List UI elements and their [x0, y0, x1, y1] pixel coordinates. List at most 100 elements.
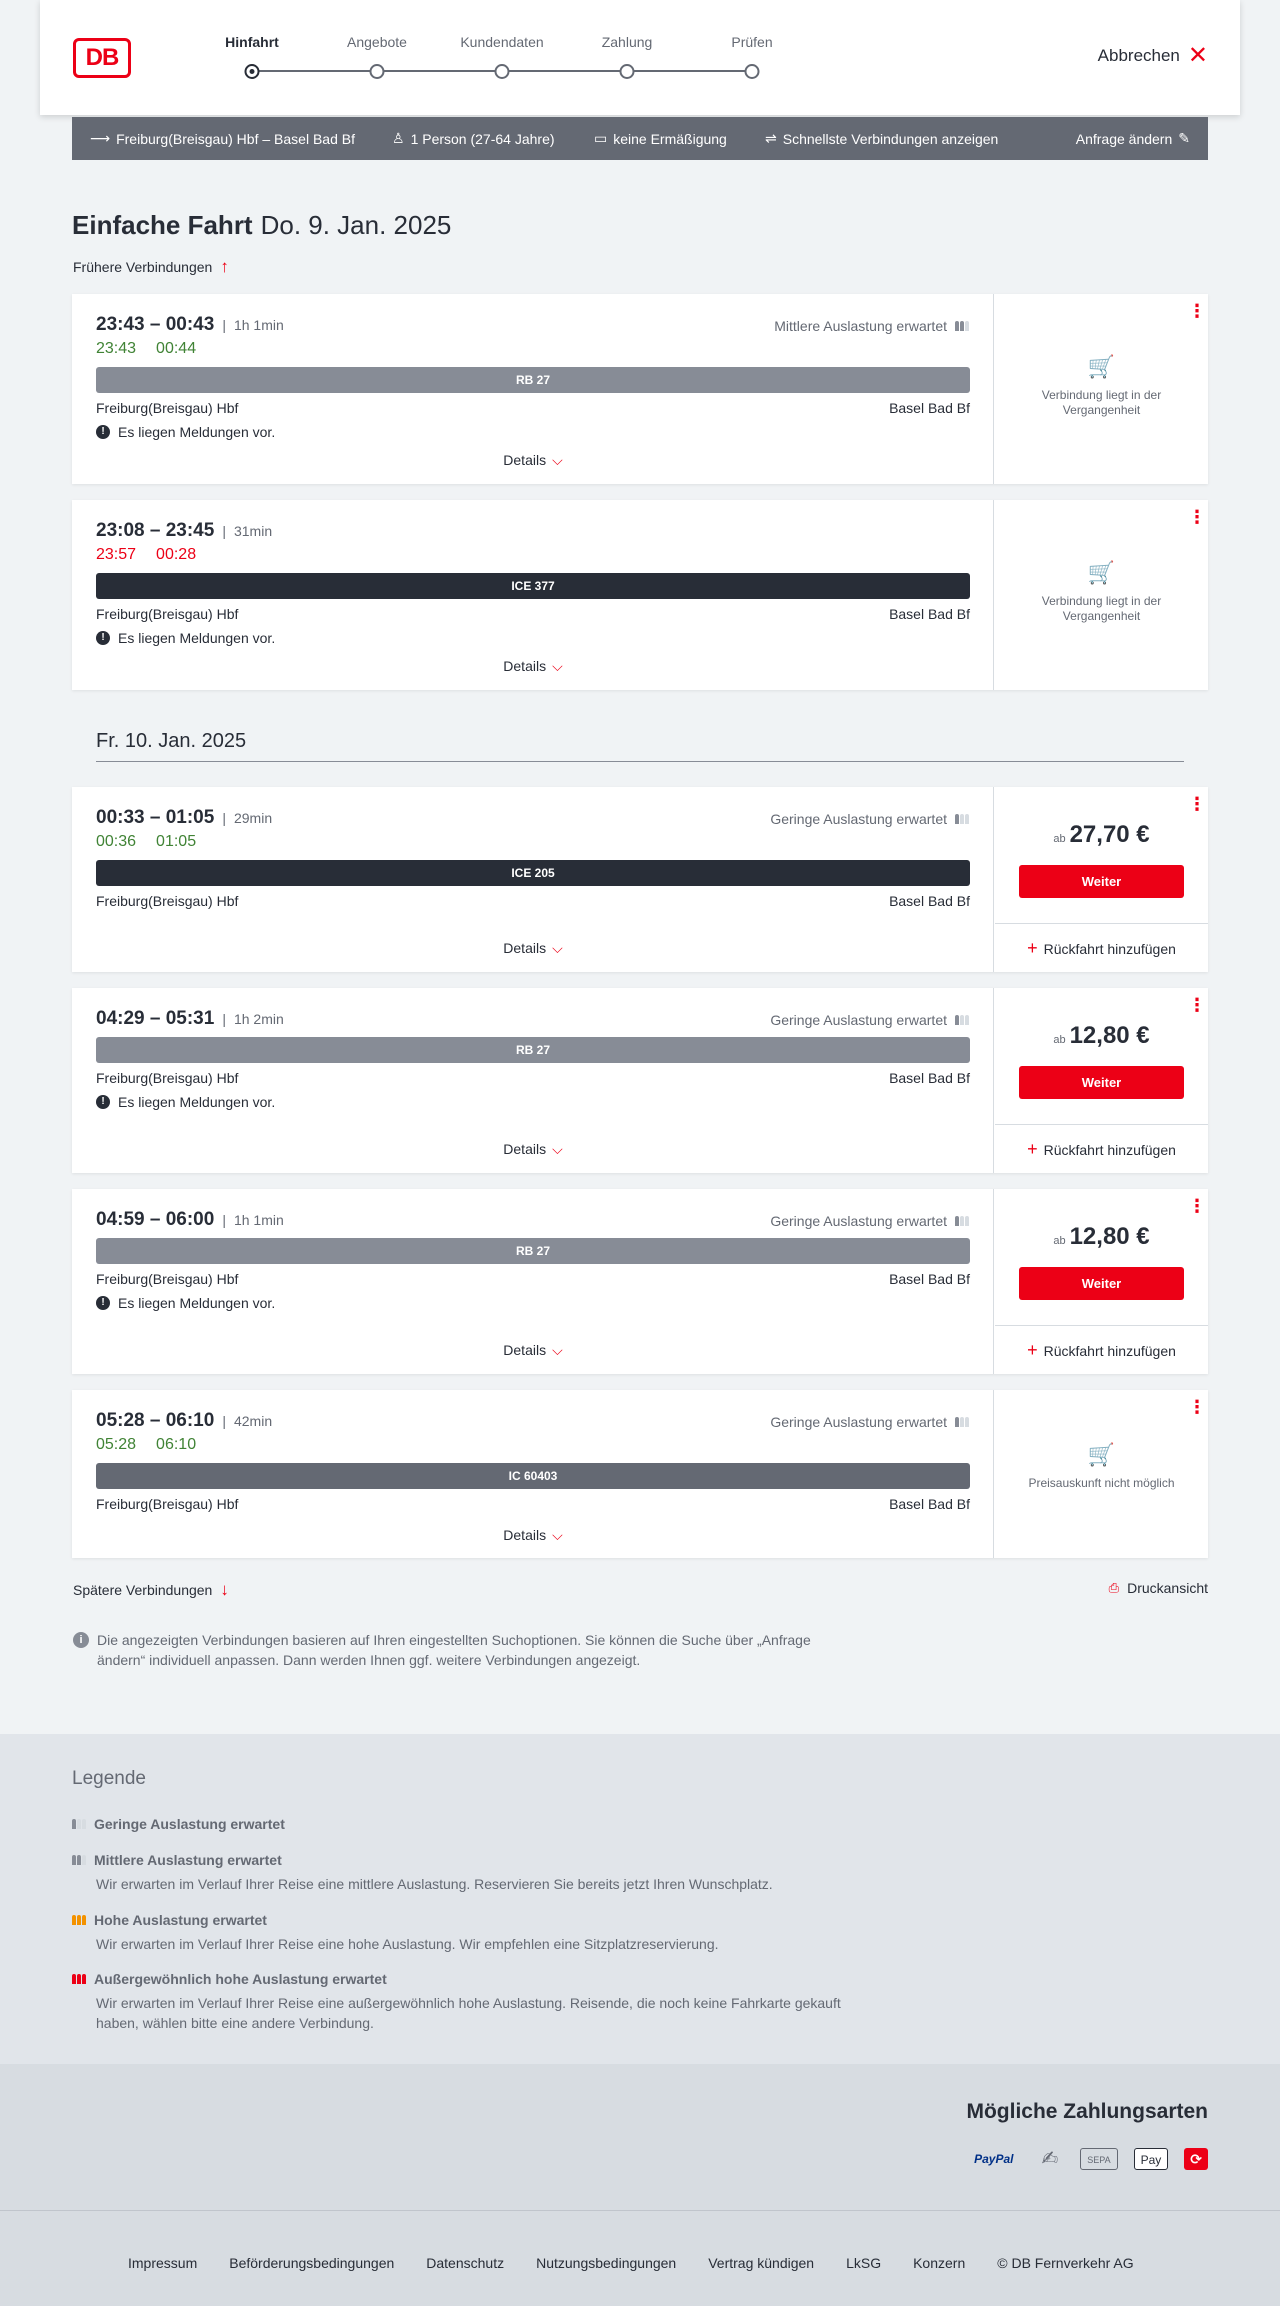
- footer-link-konzern[interactable]: Konzern: [913, 2255, 965, 2271]
- paypal-logo: PayPal: [974, 2152, 1014, 2166]
- occupancy-extreme-icon: [72, 1974, 86, 1984]
- add-return-button[interactable]: + Rückfahrt hinzufügen: [995, 1325, 1208, 1375]
- footer-copyright: © DB Fernverkehr AG: [997, 2255, 1134, 2271]
- plus-icon: +: [1027, 938, 1038, 958]
- footer-link-datenschutz[interactable]: Datenschutz: [426, 2255, 504, 2271]
- arrow-up-icon: ↑: [220, 257, 229, 276]
- details-toggle[interactable]: Details ⌵: [72, 658, 994, 675]
- arrow-right-icon: ⟶: [90, 130, 111, 146]
- continue-button[interactable]: Weiter: [1019, 865, 1184, 898]
- legend-item: Geringe Auslastung erwartet: [72, 1816, 872, 1832]
- chevron-down-icon: ⌵: [552, 1342, 563, 1358]
- connection-times: 23:08 – 23:45 | 31min: [96, 520, 273, 541]
- arrow-down-icon: ↓: [220, 1580, 229, 1599]
- plus-icon: +: [1027, 1340, 1038, 1360]
- close-icon: ✕: [1187, 42, 1208, 69]
- earlier-connections-link[interactable]: Frühere Verbindungen ↑: [73, 257, 229, 277]
- occupancy-info: Geringe Auslastung erwartet: [770, 1012, 969, 1028]
- more-menu-icon[interactable]: ⋮: [1188, 302, 1206, 320]
- add-return-button[interactable]: + Rückfahrt hinzufügen: [995, 1124, 1208, 1174]
- message-notice: ! Es liegen Meldungen vor.: [96, 424, 275, 440]
- printer-icon: ⎙: [1108, 1580, 1120, 1595]
- more-menu-icon[interactable]: ⋮: [1188, 1197, 1206, 1215]
- train-bar: IC 60403: [96, 1463, 970, 1489]
- train-bar: RB 27: [96, 1238, 970, 1264]
- query-fastest[interactable]: ⇌ Schnellste Verbindungen anzeigen: [765, 130, 998, 147]
- occupancy-icon: [955, 1015, 969, 1025]
- offer-panel: ⋮ ab 12,80 € Weiter + Rückfahrt hinzufügen: [995, 988, 1208, 1173]
- payment-methods: Mögliche Zahlungsarten PayPal ✍ SEPA Pay…: [0, 2064, 1280, 2210]
- query-discount[interactable]: ▭ keine Ermäßigung: [594, 130, 727, 147]
- payment-title: Mögliche Zahlungsarten: [966, 2100, 1208, 2123]
- more-menu-icon[interactable]: ⋮: [1188, 508, 1206, 526]
- occupancy-icon: [955, 1216, 969, 1226]
- card-icon: ▭: [594, 130, 608, 146]
- footer-link-lksg[interactable]: LkSG: [846, 2255, 881, 2271]
- realtime-times: 23:43 00:44: [96, 340, 197, 357]
- connection-card: 23:08 – 23:45 | 31min 23:57 00:28 ICE 377 F…: [72, 500, 1208, 690]
- query-passengers[interactable]: ♙ 1 Person (27-64 Jahre): [392, 130, 555, 147]
- step-zahlung: Zahlung: [601, 34, 653, 50]
- cancel-button[interactable]: Abbrechen ✕: [1098, 42, 1208, 69]
- step-pruefen: Prüfen: [731, 34, 773, 50]
- details-toggle[interactable]: Details ⌵: [72, 452, 994, 469]
- step-hinfahrt[interactable]: Hinfahrt: [225, 34, 279, 50]
- footer-link-kuendigen[interactable]: Vertrag kündigen: [708, 2255, 814, 2271]
- footer-link-nutzung[interactable]: Nutzungsbedingungen: [536, 2255, 676, 2271]
- step-dot: [744, 64, 760, 79]
- connection-card: 23:43 – 00:43 | 1h 1min 23:43 00:44 Mittler…: [72, 294, 1208, 484]
- chevron-down-icon: ⌵: [552, 1527, 563, 1543]
- connection-info[interactable]: 23:43 – 00:43 | 1h 1min 23:43 00:44 Mittler…: [72, 294, 994, 484]
- message-notice: ! Es liegen Meldungen vor.: [96, 1295, 275, 1311]
- connection-times: 04:29 – 05:31 | 1h 2min: [96, 1008, 284, 1029]
- payment-logos: PayPal ✍ SEPA Pay ⟳: [968, 2148, 1208, 2170]
- more-menu-icon[interactable]: ⋮: [1188, 1398, 1206, 1416]
- legend: Legende Geringe Auslastung erwartet Mitt…: [0, 1734, 1280, 2064]
- continue-button[interactable]: Weiter: [1019, 1066, 1184, 1099]
- person-icon: ♙: [392, 130, 405, 146]
- query-route[interactable]: ⟶ Freiburg(Breisgau) Hbf – Basel Bad Bf: [90, 130, 355, 147]
- continue-button[interactable]: Weiter: [1019, 1267, 1184, 1300]
- chevron-down-icon: ⌵: [552, 658, 563, 674]
- train-bar: ICE 205: [96, 860, 970, 886]
- footer-link-impressum[interactable]: Impressum: [128, 2255, 197, 2271]
- step-dot: [619, 64, 635, 79]
- occupancy-icon: [955, 321, 969, 331]
- connection-info[interactable]: 04:29 – 05:31 | 1h 2min Geringe Auslastung…: [72, 988, 994, 1173]
- connection-info[interactable]: 23:08 – 23:45 | 31min 23:57 00:28 ICE 377 F…: [72, 500, 994, 690]
- stations: Freiburg(Breisgau) Hbf Basel Bad Bf: [96, 606, 970, 622]
- price: ab 27,70 €: [1053, 821, 1150, 848]
- add-return-button[interactable]: + Rückfahrt hinzufügen: [995, 923, 1208, 973]
- occupancy-low-icon: [72, 1819, 86, 1829]
- details-toggle[interactable]: Details ⌵: [72, 1527, 994, 1544]
- train-bar: ICE 377: [96, 573, 970, 599]
- message-notice: ! Es liegen Meldungen vor.: [96, 630, 275, 646]
- db-logo[interactable]: DB: [73, 38, 131, 78]
- details-toggle[interactable]: Details ⌵: [72, 1141, 994, 1158]
- more-menu-icon[interactable]: ⋮: [1188, 795, 1206, 813]
- cart-unavailable-icon: 🛒: [1087, 560, 1116, 585]
- connection-info[interactable]: 05:28 – 06:10 | 42min 05:28 06:10 Geringe A…: [72, 1390, 994, 1558]
- connection-info[interactable]: 04:59 – 06:00 | 1h 1min Geringe Auslastung…: [72, 1189, 994, 1374]
- connection-card: 04:29 – 05:31 | 1h 2min Geringe Auslastung…: [72, 988, 1208, 1173]
- more-menu-icon[interactable]: ⋮: [1188, 996, 1206, 1014]
- connection-card: 04:59 – 06:00 | 1h 1min Geringe Auslastung…: [72, 1189, 1208, 1374]
- occupancy-icon: [955, 1417, 969, 1427]
- db-bonus-icon: ⟳: [1184, 2148, 1208, 2170]
- connection-info[interactable]: 00:33 – 01:05 | 29min 00:36 01:05 Geringe A…: [72, 787, 994, 972]
- direct-debit-icon: ✍: [1041, 2148, 1059, 2170]
- realtime-times: 05:28 06:10: [96, 1436, 197, 1453]
- details-toggle[interactable]: Details ⌵: [72, 940, 994, 957]
- legend-item: Mittlere Auslastung erwartet Wir erwarte…: [72, 1852, 872, 1894]
- change-query-button[interactable]: Anfrage ändern ✎: [1076, 130, 1190, 147]
- cart-unavailable-icon: 🛒: [1087, 1442, 1116, 1467]
- alert-icon: !: [96, 425, 110, 439]
- realtime-times: 23:57 00:28: [96, 546, 197, 563]
- details-toggle[interactable]: Details ⌵: [72, 1342, 994, 1359]
- occupancy-info: Geringe Auslastung erwartet: [770, 1213, 969, 1229]
- stations: Freiburg(Breisgau) Hbf Basel Bad Bf: [96, 893, 970, 909]
- footer-link-befoerderung[interactable]: Beförderungsbedingungen: [229, 2255, 394, 2271]
- message-notice: ! Es liegen Meldungen vor.: [96, 1094, 275, 1110]
- print-view-link[interactable]: ⎙ Druckansicht: [1109, 1580, 1208, 1596]
- later-connections-link[interactable]: Spätere Verbindungen ↓: [73, 1580, 229, 1600]
